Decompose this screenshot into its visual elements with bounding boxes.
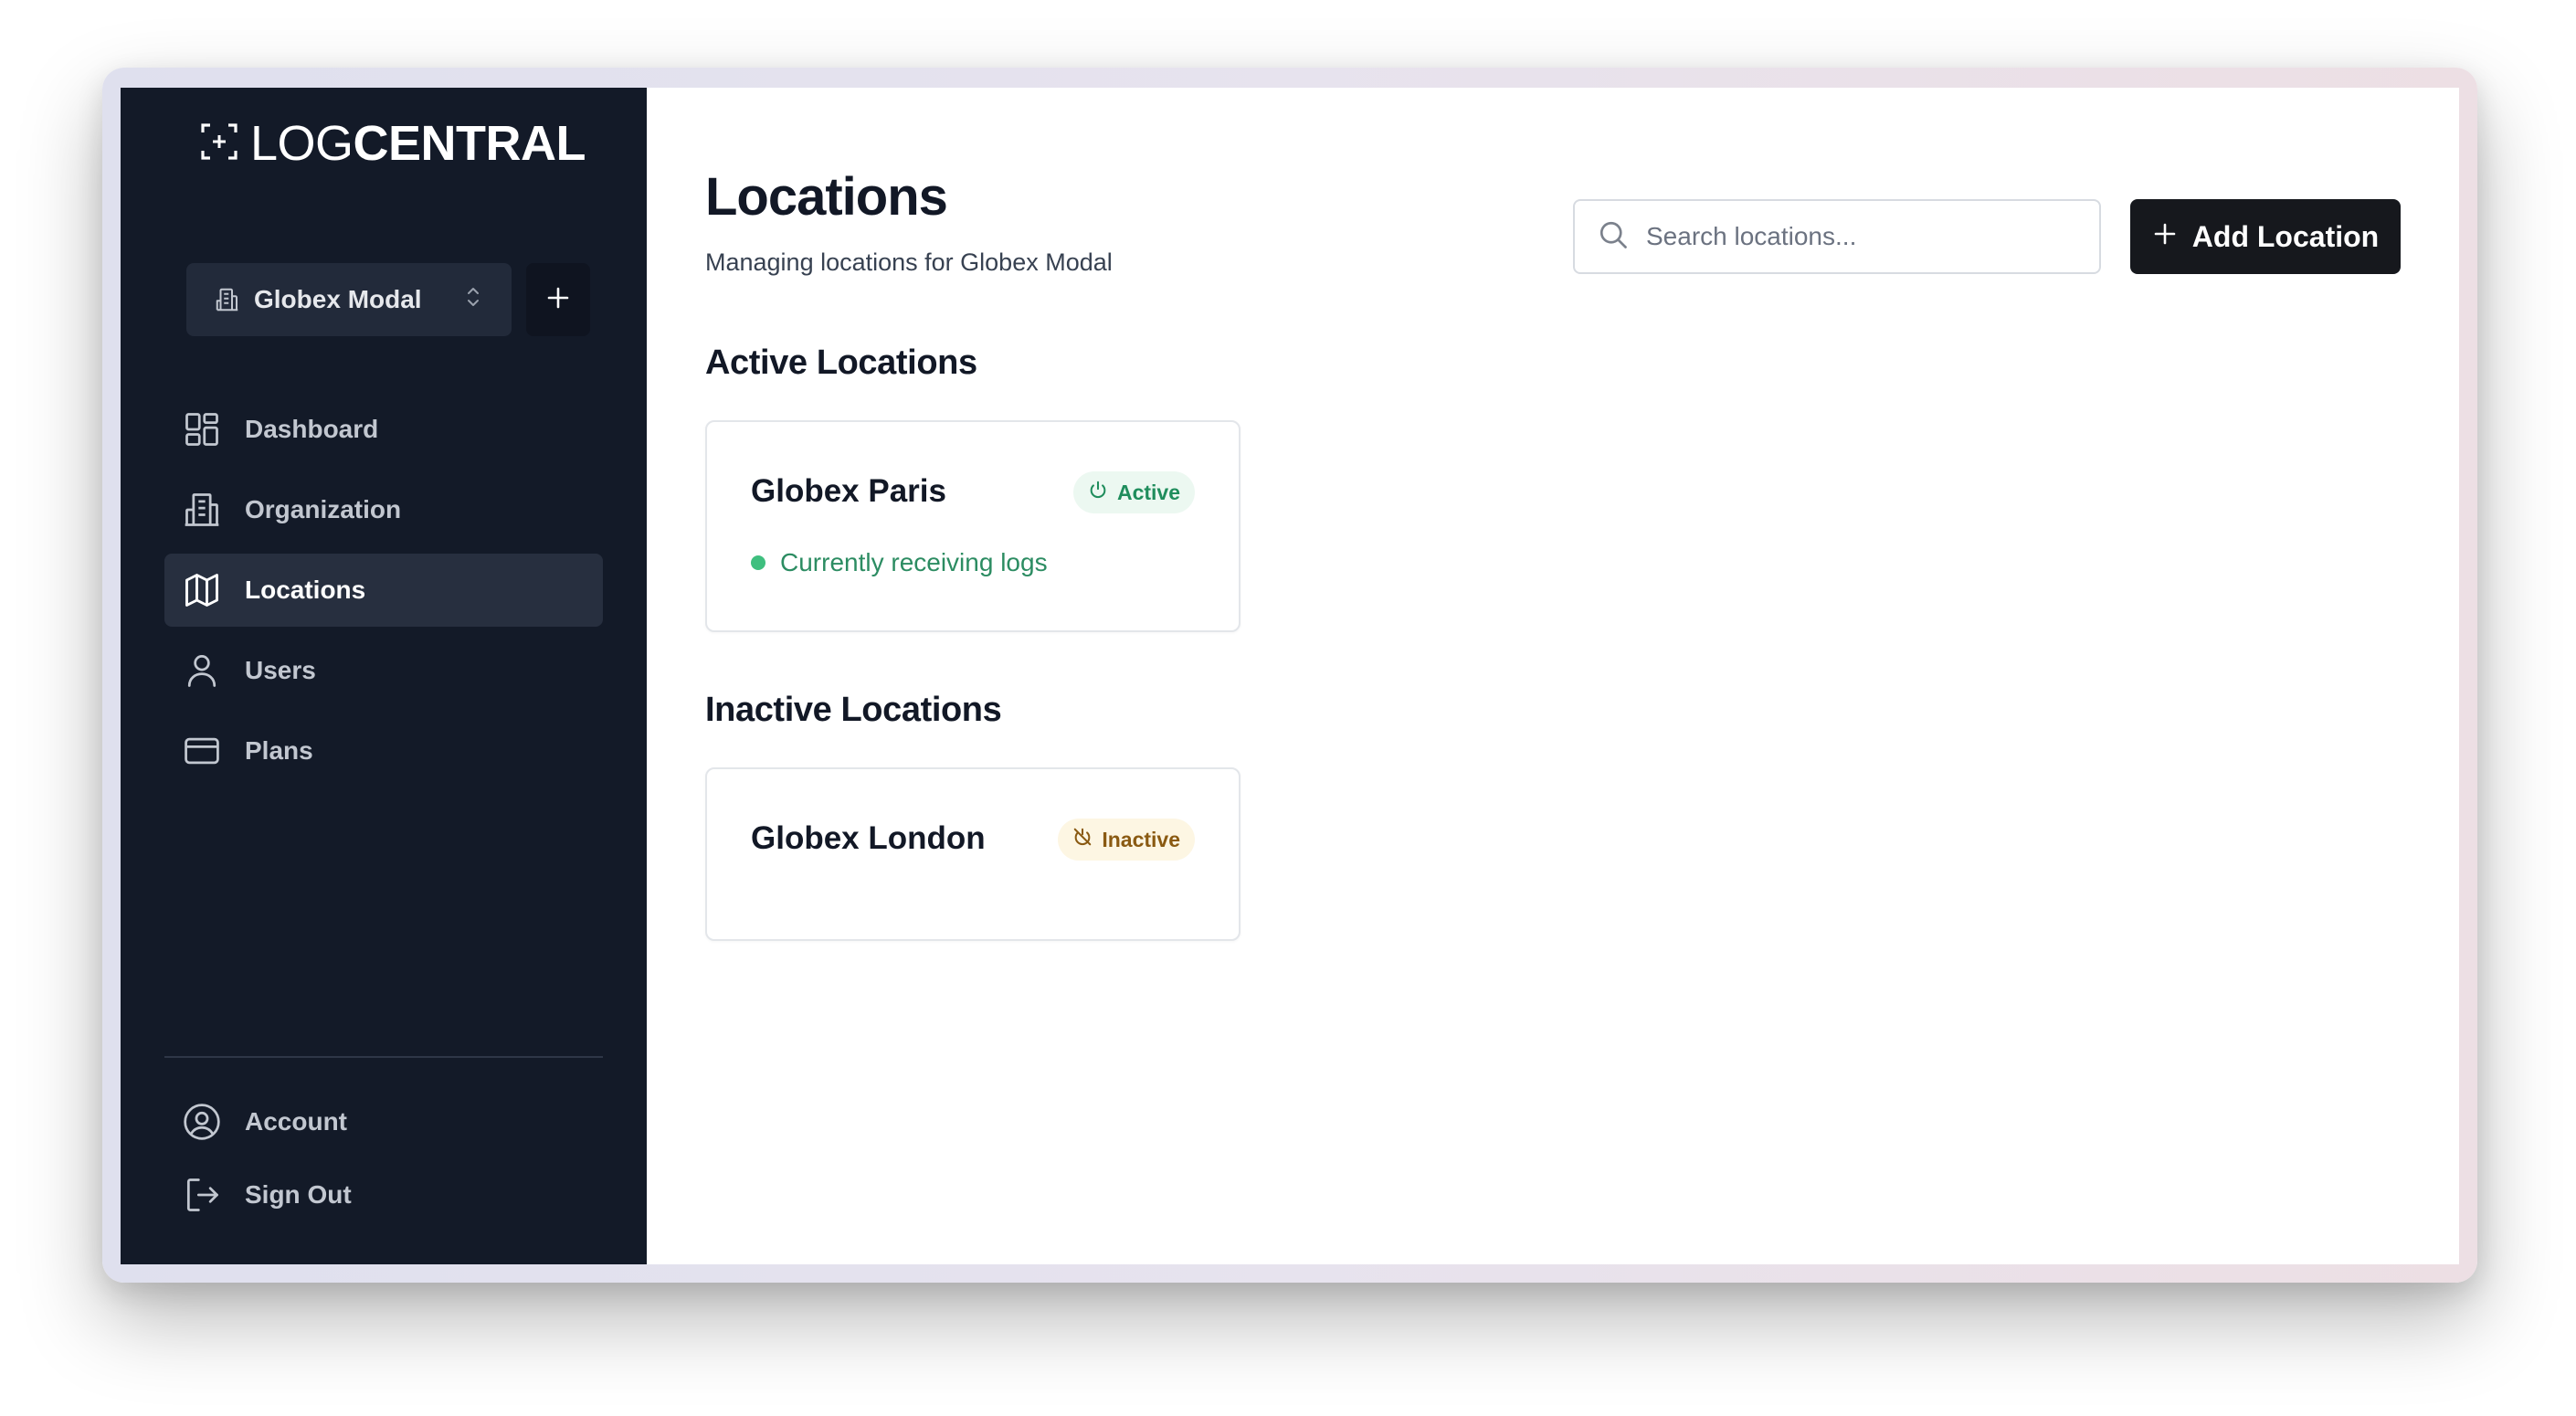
inactive-locations-heading: Inactive Locations <box>705 691 1002 729</box>
status-badge-inactive: Inactive <box>1058 819 1195 861</box>
nav-item-users[interactable]: Users <box>164 634 603 707</box>
sign-out-icon <box>181 1174 223 1216</box>
add-location-label: Add Location <box>2191 219 2380 253</box>
nav-item-dashboard[interactable]: Dashboard <box>164 393 603 466</box>
nav-item-locations[interactable]: Locations <box>164 554 603 627</box>
status-badge-label: Active <box>1116 480 1180 504</box>
search-box[interactable] <box>1573 199 2101 274</box>
status-badge-active: Active <box>1072 471 1195 513</box>
location-card-globex-paris[interactable]: Globex Paris Active Currently receiving … <box>705 420 1240 632</box>
page-title: Locations <box>705 167 948 227</box>
user-icon <box>181 650 223 692</box>
main-content: Locations Managing locations for Globex … <box>647 88 2459 1264</box>
location-name: Globex London <box>751 820 986 856</box>
user-circle-icon <box>181 1101 223 1143</box>
sidebar: LOGCENTRAL Globex Modal Dashboard Organi… <box>121 88 647 1264</box>
plus-icon <box>545 285 571 315</box>
status-dot <box>751 555 765 570</box>
power-icon <box>1088 480 1108 505</box>
add-organization-button[interactable] <box>526 263 590 336</box>
power-off-icon <box>1072 827 1093 852</box>
nav-item-organization[interactable]: Organization <box>164 473 603 546</box>
nav-item-plans[interactable]: Plans <box>164 714 603 787</box>
receiving-status-text: Currently receiving logs <box>780 548 1048 576</box>
nav-label-account: Account <box>245 1107 347 1136</box>
nav-item-sign-out[interactable]: Sign Out <box>164 1158 603 1231</box>
dashboard-icon <box>181 408 223 450</box>
nav-item-account[interactable]: Account <box>164 1085 603 1158</box>
credit-card-icon <box>181 730 223 772</box>
logo-wordmark: LOGCENTRAL <box>250 119 586 168</box>
logo[interactable]: LOGCENTRAL <box>201 119 586 168</box>
logo-icon <box>201 122 238 164</box>
building-icon <box>214 286 241 313</box>
logo-text-bold: CENTRAL <box>353 116 586 171</box>
org-switcher-row: Globex Modal <box>186 263 590 336</box>
active-locations-heading: Active Locations <box>705 343 977 382</box>
account-nav: Account Sign Out <box>164 1085 603 1231</box>
location-card-globex-london[interactable]: Globex London Inactive <box>705 767 1240 941</box>
sidebar-divider <box>164 1056 603 1058</box>
building-icon <box>181 489 223 531</box>
status-badge-label: Inactive <box>1102 827 1180 851</box>
logo-text-light: LOG <box>250 116 354 171</box>
nav-label-organization: Organization <box>245 495 402 523</box>
nav-label-dashboard: Dashboard <box>245 415 379 443</box>
app-window: LOGCENTRAL Globex Modal Dashboard Organi… <box>121 88 2459 1264</box>
org-switcher[interactable]: Globex Modal <box>186 263 512 336</box>
map-icon <box>181 569 223 611</box>
plus-icon <box>2152 220 2178 254</box>
page-subtitle: Managing locations for Globex Modal <box>705 248 1113 276</box>
search-input[interactable] <box>1646 222 2085 251</box>
nav-label-sign-out: Sign Out <box>245 1180 352 1209</box>
nav-label-plans: Plans <box>245 736 313 765</box>
receiving-status: Currently receiving logs <box>751 548 1048 577</box>
search-icon <box>1597 218 1630 256</box>
main-nav: Dashboard Organization Locations Users P… <box>164 393 603 795</box>
nav-label-locations: Locations <box>245 576 366 604</box>
chevron-up-down-icon <box>462 283 484 317</box>
add-location-button[interactable]: Add Location <box>2130 199 2401 274</box>
org-switcher-label: Globex Modal <box>254 285 422 313</box>
nav-label-users: Users <box>245 656 316 684</box>
location-name: Globex Paris <box>751 473 946 509</box>
